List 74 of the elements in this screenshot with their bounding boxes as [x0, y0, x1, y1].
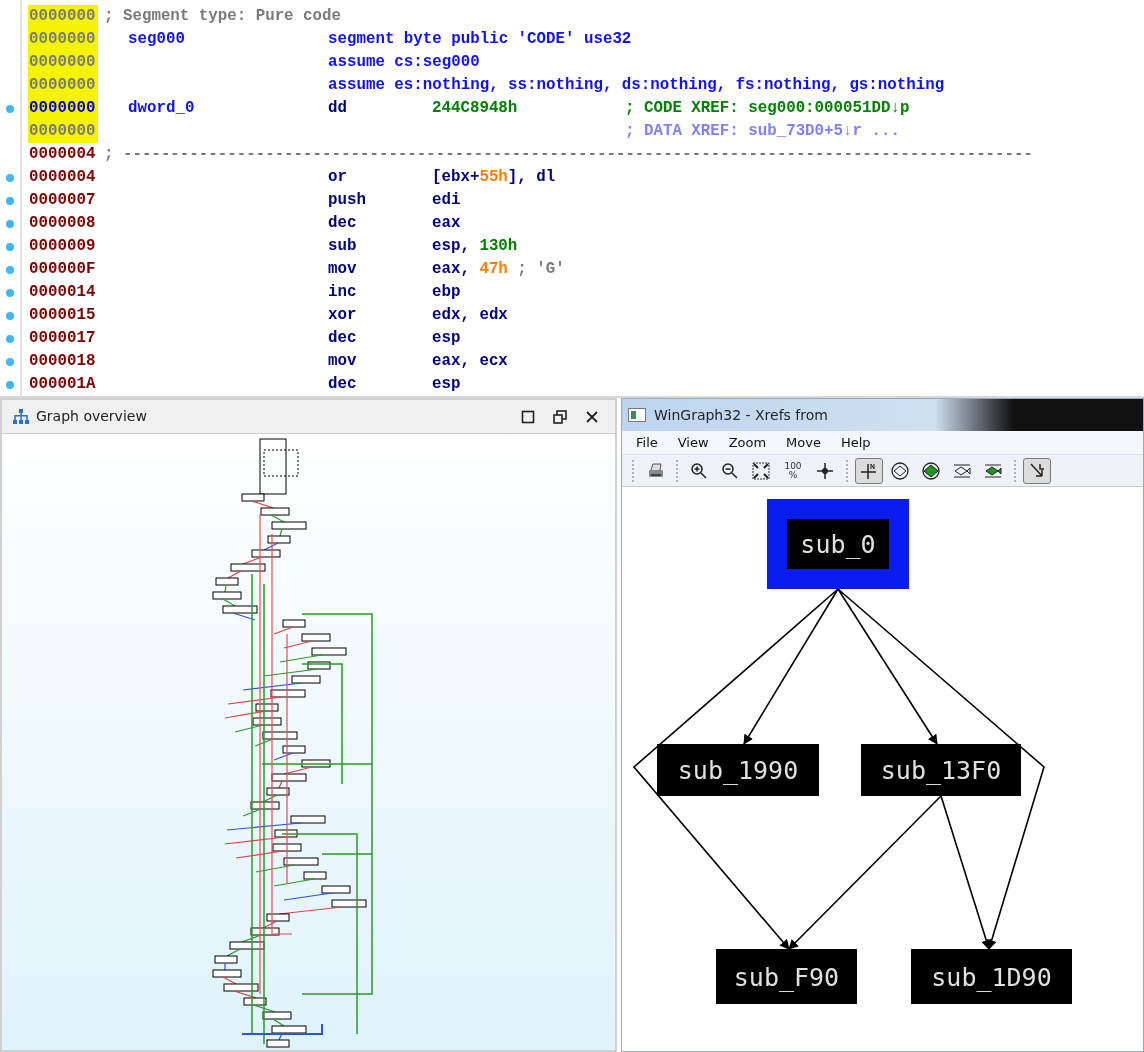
address: 000001A [28, 374, 97, 395]
operands: 244C8948h [432, 98, 518, 119]
directive: segment byte public 'CODE' use32 [328, 29, 632, 50]
address: 0000000 [28, 51, 98, 74]
panel-title: Graph overview [36, 407, 147, 426]
label-name: seg000 [128, 30, 185, 48]
mnemonic: dec [328, 329, 357, 347]
mnemonic: dec [328, 375, 357, 393]
address: 0000009 [28, 236, 97, 257]
layout-button[interactable] [855, 457, 883, 484]
operands: esp [432, 328, 461, 349]
comment-text: ; CODE XREF: seg000:000051DD↓p [625, 98, 910, 119]
menu-item[interactable]: Zoom [720, 432, 775, 453]
address: 0000018 [28, 351, 97, 372]
mnemonic: or [328, 168, 347, 186]
operands: edx, edx [432, 305, 508, 326]
menu-item[interactable]: Help [833, 432, 879, 453]
address: 0000000 [28, 74, 98, 97]
hierarchy-icon [12, 408, 30, 425]
graph-node[interactable]: sub_0 [767, 499, 909, 589]
address: 0000014 [28, 282, 97, 303]
mnemonic: mov [328, 352, 357, 370]
zoom-out-icon [720, 460, 740, 481]
app-icon [628, 408, 646, 422]
address: 0000004 [28, 144, 97, 165]
fit-icon [751, 460, 771, 481]
address: 0000004 [28, 167, 97, 188]
address: 0000000 [28, 97, 98, 120]
circle-layout-icon [890, 460, 910, 481]
operands: ebp [432, 282, 461, 303]
operands: esp, 130h [432, 236, 518, 257]
address: 000000F [28, 259, 97, 280]
mnemonic: dec [328, 214, 357, 232]
circle-layout-icon [921, 460, 941, 481]
directive: assume cs:seg000 [328, 52, 480, 73]
comment-text: ; ------------------------------------------------------------------------------------------------ [103, 144, 1033, 165]
address: 0000000 [28, 28, 98, 51]
zoom-100-button[interactable]: 100 % [778, 457, 808, 484]
address: 0000017 [28, 328, 97, 349]
operands: eax, ecx [432, 351, 508, 372]
mnemonic: mov [328, 260, 357, 278]
arrow-button[interactable] [1023, 457, 1051, 484]
operands: esp [432, 374, 461, 395]
address: 0000008 [28, 213, 97, 234]
operands: edi [432, 190, 461, 211]
menu-item[interactable]: Move [778, 432, 829, 453]
operands: eax [432, 213, 461, 234]
mnemonic: sub [328, 237, 357, 255]
comment-text: ; Segment type: Pure code [103, 6, 341, 27]
operands: eax, 47h ; 'G' [432, 259, 565, 280]
operands: [ebx+55h], dl [432, 167, 556, 188]
directive: assume es:nothing, ss:nothing, ds:nothing, fs:nothing, gs:nothing [328, 75, 945, 96]
graph-node[interactable]: sub_13F0 [861, 744, 1021, 796]
mnemonic: push [328, 191, 366, 209]
maximize-icon [521, 410, 535, 424]
menu-item[interactable]: File [628, 432, 666, 453]
menu-item[interactable]: View [669, 432, 717, 453]
address: 0000015 [28, 305, 97, 326]
graph-node[interactable]: sub_1990 [657, 744, 819, 796]
mnemonic: dd [328, 99, 347, 117]
zoom-in-icon [689, 460, 709, 481]
address: 0000007 [28, 190, 97, 211]
address: 0000000 [28, 120, 98, 143]
restore-icon [553, 410, 567, 424]
close-icon [585, 410, 599, 424]
comment-text: ; DATA XREF: sub_73D0+5↓r ... [625, 121, 900, 142]
graph-node[interactable]: sub_1D90 [911, 949, 1072, 1004]
address: 0000000 [28, 5, 98, 28]
mnemonic: inc [328, 283, 357, 301]
crosshair-icon [815, 460, 835, 481]
window-title: WinGraph32 - Xrefs from [654, 405, 828, 425]
mnemonic: xor [328, 306, 357, 324]
graph-node[interactable]: sub_F90 [716, 949, 857, 1004]
label-name: dword_0 [128, 99, 195, 117]
